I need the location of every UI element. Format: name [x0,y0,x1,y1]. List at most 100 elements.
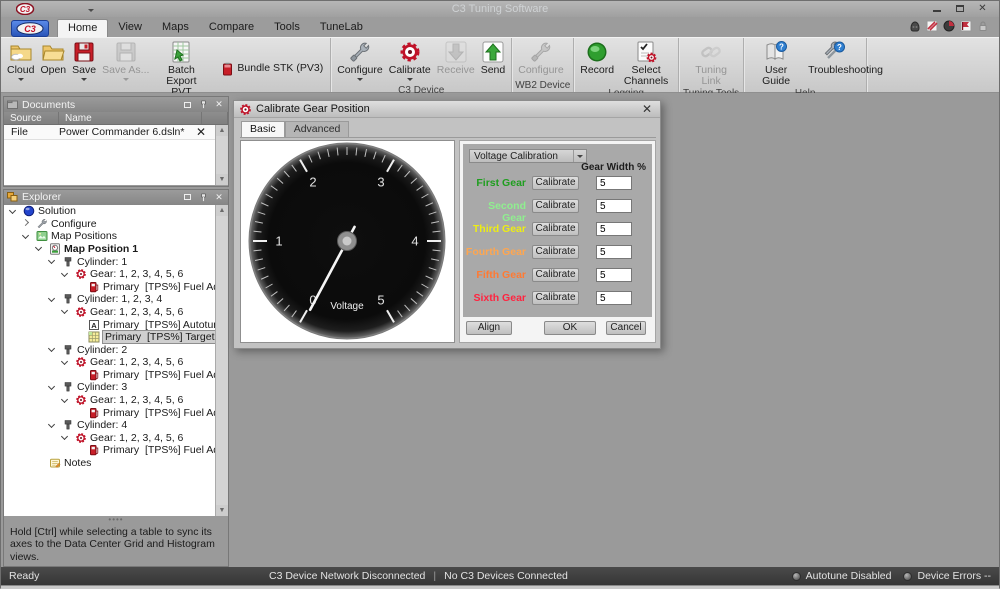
c3-device-send-button[interactable]: Send [478,39,509,76]
scroll-up-icon[interactable]: ▲ [216,205,228,216]
close-button[interactable]: ✕ [974,2,991,15]
gear-width-input-6[interactable] [596,291,632,305]
tree-item-notes[interactable]: Notes [4,457,228,470]
dialog-close-icon[interactable]: ✕ [639,102,655,116]
collapse-icon[interactable] [61,433,68,440]
restore-icon[interactable] [181,99,193,110]
logging-select-channels-button[interactable]: Select Channels [617,39,675,87]
gear-width-input-5[interactable] [596,268,632,282]
cancel-button[interactable]: Cancel [606,321,646,335]
pin-icon[interactable] [197,99,209,110]
collapse-icon[interactable] [35,244,42,251]
tree-item-gear-1-2-3-4-5-6[interactable]: Gear: 1, 2, 3, 4, 5, 6 [4,394,228,407]
tree-item-gear-1-2-3-4-5-6[interactable]: Gear: 1, 2, 3, 4, 5, 6 [4,431,228,444]
tab-tunelab[interactable]: TuneLab [310,19,373,37]
tree-item-gear-1-2-3-4-5-6[interactable]: Gear: 1, 2, 3, 4, 5, 6 [4,305,228,318]
expand-icon[interactable] [22,219,29,226]
explorer-scrollbar[interactable]: ▲ ▼ [215,205,228,516]
collapse-icon[interactable] [61,396,68,403]
scroll-down-icon[interactable]: ▼ [216,174,228,185]
file-batch-export-pvt-button[interactable]: Batch Export PVT [152,39,210,98]
documents-scrollbar[interactable]: ▲ ▼ [215,125,228,185]
logging-record-button[interactable]: Record [577,39,617,76]
help-user-guide-button[interactable]: ?User Guide [747,39,805,87]
chevron-down-icon[interactable] [18,78,24,84]
pin-icon[interactable] [197,192,209,203]
tree-item-cylinder-1-2-3-4[interactable]: Cylinder: 1, 2, 3, 4 [4,293,228,306]
close-icon[interactable]: ✕ [213,192,225,203]
align-button[interactable]: Align [466,321,512,335]
calibrate-fourth-gear-button[interactable]: Calibrate [532,245,579,259]
minimize-button[interactable] [928,2,945,15]
tree-item-map-positions[interactable]: Map Positions [4,230,228,243]
document-row[interactable]: File Power Commander 6.dsln* ✕ [4,125,228,140]
calibrate-fifth-gear-button[interactable]: Calibrate [532,268,579,282]
tab-maps[interactable]: Maps [152,19,199,37]
collapse-icon[interactable] [22,232,29,239]
chevron-down-icon[interactable] [81,78,87,84]
gear-width-input-2[interactable] [596,199,632,213]
collapse-icon[interactable] [61,307,68,314]
remove-document-icon[interactable]: ✕ [196,125,206,139]
collapse-icon[interactable] [48,345,55,352]
column-name[interactable]: Name [59,112,202,124]
gear-width-input-4[interactable] [596,245,632,259]
collapse-icon[interactable] [48,257,55,264]
gear-width-input-1[interactable] [596,176,632,190]
tab-view[interactable]: View [108,19,152,37]
collapse-icon[interactable] [61,270,68,277]
flag-icon[interactable] [960,20,972,32]
tree-item-cylinder-2[interactable]: Cylinder: 2 [4,343,228,356]
close-icon[interactable]: ✕ [213,99,225,110]
calibrate-third-gear-button[interactable]: Calibrate [532,222,579,236]
collapse-icon[interactable] [48,295,55,302]
calibrate-sixth-gear-button[interactable]: Calibrate [532,291,579,305]
tree-item-configure[interactable]: Configure [4,217,228,230]
disc-icon[interactable] [943,20,955,32]
tree-item-primary-tps-fuel-adj[interactable]: Primary [TPS%] Fuel Adj (%) [4,280,228,293]
column-source[interactable]: Source [4,112,59,124]
ok-button[interactable]: OK [544,321,596,335]
collapse-icon[interactable] [48,421,55,428]
c3-device-calibrate-button[interactable]: Calibrate [386,39,434,84]
chevron-down-icon[interactable] [123,78,129,84]
tab-tools[interactable]: Tools [264,19,310,37]
chevron-down-icon[interactable] [573,150,586,162]
file-save-button[interactable]: Save [69,39,99,84]
scroll-down-icon[interactable]: ▼ [216,505,228,516]
device-errors-status[interactable]: Device Errors -- [903,570,991,582]
tree-item-primary-tps-fuel-adj[interactable]: Primary [TPS%] Fuel Adj (%) [4,368,228,381]
calibration-mode-select[interactable]: Voltage Calibration [469,149,587,163]
tree-item-cylinder-1[interactable]: Cylinder: 1 [4,255,228,268]
tree-item-gear-1-2-3-4-5-6[interactable]: Gear: 1, 2, 3, 4, 5, 6 [4,356,228,369]
restore-icon[interactable] [181,192,193,203]
file-cloud-button[interactable]: Cloud [4,39,37,84]
collapse-icon[interactable] [48,383,55,390]
c3-device-configure-button[interactable]: Configure [334,39,386,84]
file-bundle-stk-pv3-button[interactable]: Bundle STK (PV3) [218,60,327,78]
tab-advanced[interactable]: Advanced [285,121,350,137]
maximize-button[interactable] [951,2,968,15]
file-open-button[interactable]: Open [37,39,69,76]
lock-icon[interactable] [977,20,989,32]
helmet-icon[interactable] [909,20,921,32]
stripes-card-icon[interactable] [926,20,938,32]
tree-item-map-position-1[interactable]: Map Position 1 [4,242,228,255]
tree-item-cylinder-4[interactable]: Cylinder: 4 [4,419,228,432]
tab-home[interactable]: Home [57,19,108,37]
help-troubleshooting-button[interactable]: ?Troubleshooting [805,39,863,76]
scroll-up-icon[interactable]: ▲ [216,125,228,136]
tree-item-gear-1-2-3-4-5-6[interactable]: Gear: 1, 2, 3, 4, 5, 6 [4,268,228,281]
calibrate-first-gear-button[interactable]: Calibrate [532,176,579,190]
tree-item-primary-tps-autotune-trim[interactable]: APrimary [TPS%] Autotune Trim (%) [4,318,228,331]
calibrate-second-gear-button[interactable]: Calibrate [532,199,579,213]
tree-item-primary-tps-fuel-adj[interactable]: Primary [TPS%] Fuel Adj (%) [4,406,228,419]
tree-item-primary-tps-target-air-fuel-afr[interactable]: Primary [TPS%] Target Air/Fuel (AFR) [4,331,228,344]
panel-splitter-handle[interactable]: •••• [4,516,228,523]
tree-item-cylinder-3[interactable]: Cylinder: 3 [4,381,228,394]
application-menu-button[interactable]: C3 [11,20,49,37]
tab-compare[interactable]: Compare [199,19,264,37]
collapse-icon[interactable] [61,358,68,365]
tree-item-solution[interactable]: Solution [4,205,228,218]
collapse-icon[interactable] [9,207,16,214]
